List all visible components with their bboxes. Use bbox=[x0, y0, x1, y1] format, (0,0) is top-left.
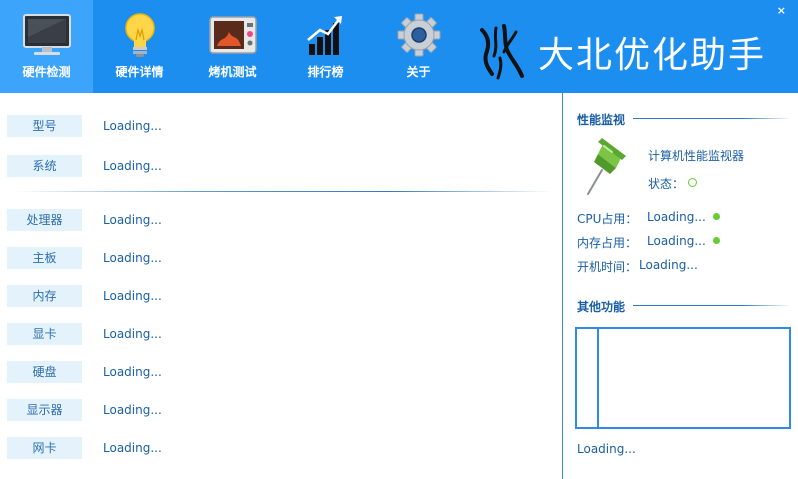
row-label: 硬盘 bbox=[7, 361, 82, 383]
row-value: Loading... bbox=[103, 289, 162, 303]
row-label: 主板 bbox=[7, 247, 82, 269]
row-label: 显示器 bbox=[7, 399, 82, 421]
other-section-rule bbox=[633, 305, 791, 306]
other-functions-status: Loading... bbox=[577, 442, 636, 456]
brand-logo bbox=[480, 24, 524, 80]
monitor-section-title: 性能监视 bbox=[577, 113, 626, 127]
uptime-value: Loading... bbox=[639, 258, 698, 272]
monitor-icon bbox=[0, 12, 93, 58]
gear-icon bbox=[372, 12, 465, 58]
row-label: 系统 bbox=[7, 155, 82, 177]
row-value: Loading... bbox=[103, 365, 162, 379]
memory-indicator-icon bbox=[713, 237, 720, 244]
uptime-label: 开机时间： bbox=[577, 260, 638, 274]
monitor-name: 计算机性能监视器 bbox=[648, 149, 745, 163]
status-indicator-icon bbox=[688, 178, 697, 187]
row-value: Loading... bbox=[103, 213, 162, 227]
row-label: 显卡 bbox=[7, 323, 82, 345]
tab-about[interactable]: 关于 bbox=[372, 0, 465, 93]
cpu-indicator-icon bbox=[713, 213, 720, 220]
tab-label: 关于 bbox=[406, 65, 431, 79]
tab-hardware-details[interactable]: 硬件详情 bbox=[93, 0, 186, 93]
row-label: 型号 bbox=[7, 115, 82, 137]
row-value: Loading... bbox=[103, 119, 162, 133]
memory-usage-label: 内存占用： bbox=[577, 236, 638, 250]
monitor-status-label: 状态： bbox=[648, 177, 685, 191]
tab-hardware-detect[interactable]: 硬件检测 bbox=[0, 0, 93, 93]
cpu-usage-value: Loading... bbox=[647, 210, 706, 224]
close-button[interactable]: × bbox=[777, 4, 786, 17]
cpu-usage-label: CPU占用： bbox=[577, 212, 638, 226]
box-split-line bbox=[597, 329, 599, 427]
row-value: Loading... bbox=[103, 251, 162, 265]
other-functions-box[interactable] bbox=[575, 327, 791, 429]
other-section-title: 其他功能 bbox=[577, 300, 626, 314]
memory-usage-value: Loading... bbox=[647, 234, 706, 248]
oven-icon bbox=[186, 12, 279, 58]
tab-stress-test[interactable]: 烤机测试 bbox=[186, 0, 279, 93]
row-value: Loading... bbox=[103, 403, 162, 417]
tab-ranking[interactable]: 排行榜 bbox=[279, 0, 372, 93]
row-value: Loading... bbox=[103, 327, 162, 341]
monitor-section-rule bbox=[633, 118, 791, 119]
bar-chart-icon bbox=[279, 12, 372, 58]
brand-title: 大北优化助手 bbox=[538, 35, 767, 76]
tab-label: 硬件检测 bbox=[22, 65, 71, 79]
tab-label: 烤机测试 bbox=[208, 65, 257, 79]
row-label: 处理器 bbox=[7, 209, 82, 231]
pushpin-icon bbox=[587, 138, 626, 195]
top-bar: 硬件检测 硬件详情 烤机测试 排行榜 关于 大北优化助手 × bbox=[0, 0, 798, 93]
lightbulb-icon bbox=[93, 12, 186, 58]
row-label: 内存 bbox=[7, 285, 82, 307]
tab-label: 排行榜 bbox=[307, 65, 344, 79]
section-divider bbox=[14, 191, 552, 192]
panel-separator bbox=[562, 93, 563, 479]
row-value: Loading... bbox=[103, 159, 162, 173]
row-value: Loading... bbox=[103, 441, 162, 455]
tab-label: 硬件详情 bbox=[115, 65, 164, 79]
row-label: 网卡 bbox=[7, 437, 82, 459]
